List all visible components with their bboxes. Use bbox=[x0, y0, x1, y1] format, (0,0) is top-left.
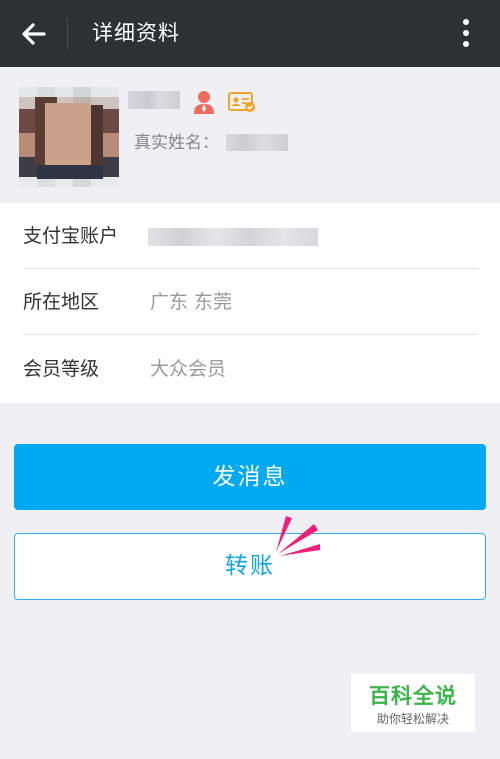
info-row-region: 所在地区 广东 东莞 bbox=[0, 269, 500, 335]
info-row-value: 大众会员 bbox=[150, 358, 227, 380]
real-name-redacted bbox=[226, 134, 288, 151]
top-bar: 详细资料 bbox=[0, 0, 500, 67]
info-row-member-level: 会员等级 大众会员 bbox=[0, 336, 500, 402]
watermark-title: 百科全说 bbox=[369, 684, 457, 708]
send-message-button[interactable]: 发消息 bbox=[14, 444, 486, 510]
transfer-button[interactable]: 转账 bbox=[14, 533, 486, 600]
user-icon bbox=[194, 91, 214, 114]
info-row-label: 支付宝账户 bbox=[23, 225, 119, 247]
arrow-left-icon bbox=[22, 23, 46, 45]
info-row-label: 所在地区 bbox=[23, 291, 100, 313]
id-card-verified-icon bbox=[228, 92, 255, 112]
info-row-value: 广东 东莞 bbox=[150, 291, 233, 313]
watermark-logo: 百科全说 助你轻松解决 bbox=[351, 674, 475, 732]
title-divider bbox=[67, 18, 68, 49]
info-list: 支付宝账户 所在地区 广东 东莞 会员等级 大众会员 bbox=[0, 203, 500, 403]
avatar[interactable] bbox=[19, 87, 119, 187]
nickname-redacted bbox=[128, 91, 180, 109]
back-button[interactable] bbox=[14, 14, 54, 54]
info-row-label: 会员等级 bbox=[23, 358, 100, 380]
info-row-alipay-account[interactable]: 支付宝账户 bbox=[0, 203, 500, 269]
account-redacted bbox=[148, 228, 318, 246]
divider bbox=[23, 334, 478, 335]
page-title: 详细资料 bbox=[92, 21, 180, 45]
more-vertical-icon[interactable] bbox=[452, 16, 480, 50]
highlight-burst-icon bbox=[276, 516, 320, 556]
real-name-label: 真实姓名： bbox=[134, 133, 219, 153]
watermark-subtitle: 助你轻松解决 bbox=[376, 712, 449, 726]
profile-header: 真实姓名： bbox=[0, 67, 500, 198]
